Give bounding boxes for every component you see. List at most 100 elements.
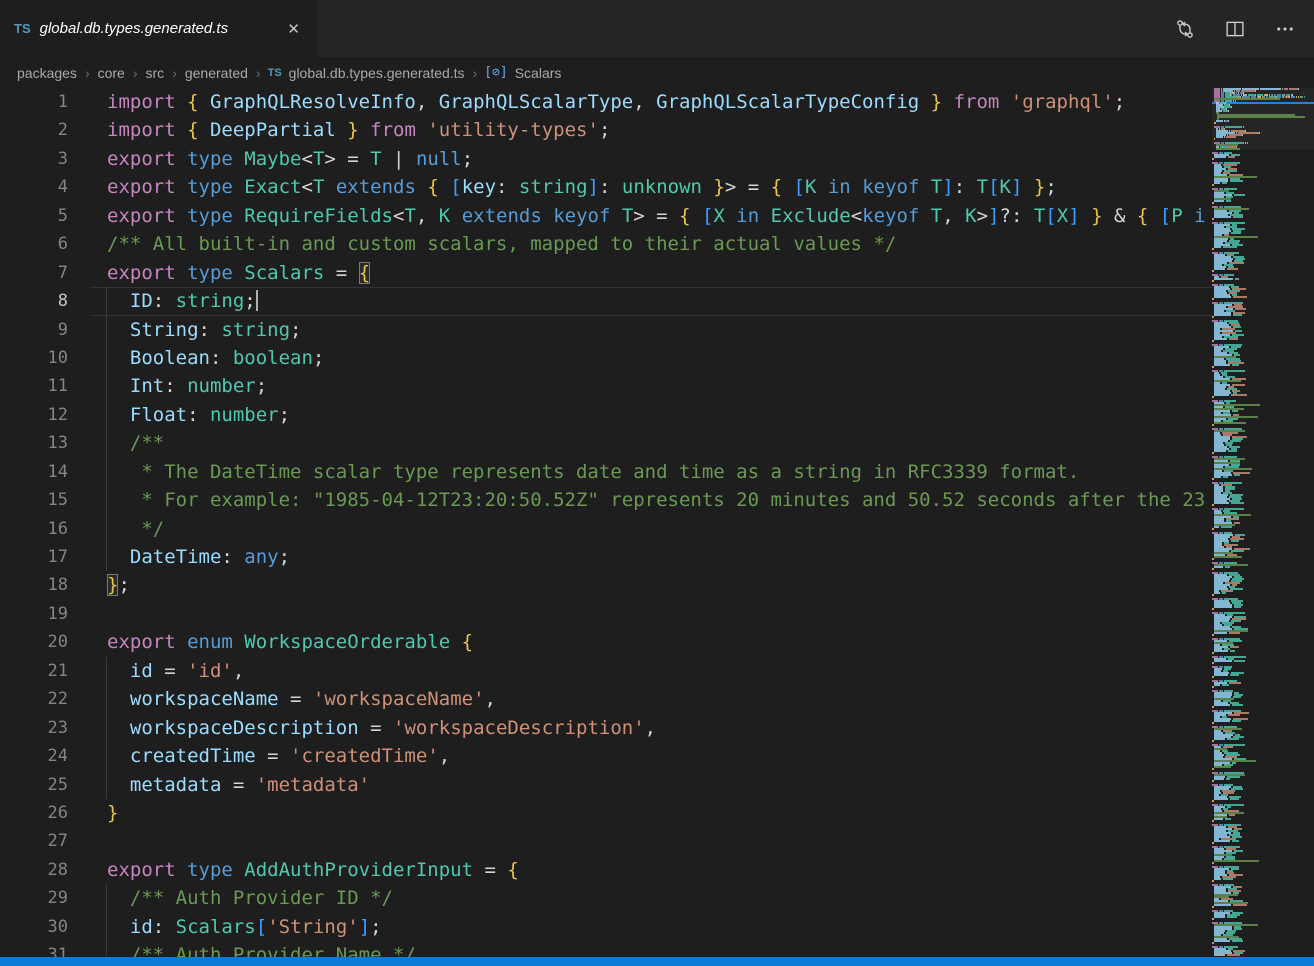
code-line-7[interactable]: export type Scalars = { — [90, 259, 1314, 287]
code-line-21[interactable]: id = 'id', — [90, 657, 1314, 685]
minimap-code-segment — [1212, 248, 1214, 250]
line-number[interactable]: 5 — [0, 202, 68, 230]
editor[interactable]: 1234567891011121314151617181920212223242… — [0, 88, 1314, 957]
code-line-28[interactable]: export type AddAuthProviderInput = { — [90, 856, 1314, 884]
code-line-15[interactable]: * For example: "1985-04-12T23:20:50.52Z"… — [90, 486, 1314, 514]
line-number[interactable]: 16 — [0, 515, 68, 543]
minimap-code-segment — [1214, 798, 1228, 800]
line-number[interactable]: 10 — [0, 344, 68, 372]
code-line-8[interactable]: ID: string; — [90, 287, 1314, 315]
tab-global-db-types-generated[interactable]: TS global.db.types.generated.ts ✕ — [0, 0, 318, 57]
line-number[interactable]: 7 — [0, 259, 68, 287]
code-line-2[interactable]: import { DeepPartial } from 'utility-typ… — [90, 116, 1314, 144]
minimap-code-segment — [1214, 778, 1224, 780]
code-area[interactable]: import { GraphQLResolveInfo, GraphQLScal… — [90, 88, 1314, 957]
minimap-code-segment — [1232, 364, 1239, 366]
line-number[interactable]: 27 — [0, 827, 68, 855]
split-editor-icon[interactable] — [1224, 18, 1246, 40]
breadcrumb-item-src[interactable]: src — [145, 65, 166, 81]
code-line-23[interactable]: workspaceDescription = 'workspaceDescrip… — [90, 714, 1314, 742]
line-number[interactable]: 2 — [0, 116, 68, 144]
breadcrumb-item-symbol[interactable]: Scalars — [514, 65, 563, 81]
status-bar[interactable] — [0, 957, 1314, 966]
code-line-30[interactable]: id: Scalars['String']; — [90, 913, 1314, 941]
minimap-code-segment — [1234, 606, 1241, 608]
code-line-3[interactable]: export type Maybe<T> = T | null; — [90, 145, 1314, 173]
line-number[interactable]: 26 — [0, 799, 68, 827]
minimap-code-segment — [1225, 126, 1242, 128]
code-line-26[interactable]: } — [90, 799, 1314, 827]
line-number[interactable]: 30 — [0, 913, 68, 941]
line-number[interactable]: 15 — [0, 486, 68, 514]
minimap-code-segment — [1227, 268, 1238, 270]
line-number[interactable]: 17 — [0, 543, 68, 571]
minimap-code-segment — [1224, 120, 1225, 122]
line-number[interactable]: 11 — [0, 372, 68, 400]
line-number[interactable]: 14 — [0, 458, 68, 486]
minimap[interactable] — [1212, 88, 1314, 957]
breadcrumb-item-core[interactable]: core — [97, 65, 126, 81]
line-number[interactable]: 4 — [0, 173, 68, 201]
line-number[interactable]: 9 — [0, 316, 68, 344]
code-line-13[interactable]: /** — [90, 429, 1314, 457]
code-line-17[interactable]: DateTime: any; — [90, 543, 1314, 571]
code-line-14[interactable]: * The DateTime scalar type represents da… — [90, 458, 1314, 486]
breadcrumb-item-generated[interactable]: generated — [184, 65, 249, 81]
code-line-9[interactable]: String: string; — [90, 316, 1314, 344]
line-number[interactable]: 18 — [0, 571, 68, 599]
code-line-1[interactable]: import { GraphQLResolveInfo, GraphQLScal… — [90, 88, 1314, 116]
line-number[interactable]: 23 — [0, 714, 68, 742]
minimap-code-segment — [1222, 592, 1227, 594]
more-actions-icon[interactable] — [1274, 18, 1296, 40]
code-line-11[interactable]: Int: number; — [90, 372, 1314, 400]
minimap-code-segment — [1214, 650, 1228, 652]
code-line-18[interactable]: }; — [90, 571, 1314, 599]
code-line-27[interactable] — [90, 827, 1314, 855]
line-number[interactable]: 12 — [0, 401, 68, 429]
minimap-code-segment — [1214, 566, 1223, 568]
line-number[interactable]: 22 — [0, 685, 68, 713]
code-line-6[interactable]: /** All built-in and custom scalars, map… — [90, 230, 1314, 258]
breadcrumb-item-file[interactable]: global.db.types.generated.ts — [288, 65, 466, 81]
minimap-code-segment — [1212, 316, 1214, 318]
code-line-29[interactable]: /** Auth Provider ID */ — [90, 884, 1314, 912]
line-number[interactable]: 24 — [0, 742, 68, 770]
line-number[interactable]: 19 — [0, 600, 68, 628]
code-line-12[interactable]: Float: number; — [90, 401, 1314, 429]
line-number[interactable]: 31 — [0, 941, 68, 957]
line-number[interactable]: 28 — [0, 856, 68, 884]
minimap-code-segment — [1214, 840, 1230, 842]
minimap-code-segment — [1212, 184, 1214, 186]
open-changes-icon[interactable] — [1174, 18, 1196, 40]
minimap-code-segment — [1212, 424, 1214, 426]
code-line-4[interactable]: export type Exact<T extends { [key: stri… — [90, 173, 1314, 201]
line-number[interactable]: 21 — [0, 657, 68, 685]
minimap-code-segment — [1214, 138, 1215, 140]
line-number[interactable]: 3 — [0, 145, 68, 173]
line-number[interactable]: 8 — [0, 287, 68, 315]
minimap-code-segment — [1228, 156, 1236, 158]
line-number[interactable]: 6 — [0, 230, 68, 258]
line-number[interactable]: 1 — [0, 88, 68, 116]
minimap-code-segment — [1227, 954, 1239, 956]
minimap-code-segment — [1245, 142, 1246, 144]
breadcrumb-item-packages[interactable]: packages — [16, 65, 78, 81]
code-line-20[interactable]: export enum WorkspaceOrderable { — [90, 628, 1314, 656]
minimap-code-segment — [1212, 504, 1214, 506]
code-line-24[interactable]: createdTime = 'createdTime', — [90, 742, 1314, 770]
line-number[interactable]: 20 — [0, 628, 68, 656]
code-line-16[interactable]: */ — [90, 515, 1314, 543]
minimap-code-segment — [1235, 100, 1236, 102]
code-line-10[interactable]: Boolean: boolean; — [90, 344, 1314, 372]
code-line-22[interactable]: workspaceName = 'workspaceName', — [90, 685, 1314, 713]
code-line-31[interactable]: /** Auth Provider Name */ — [90, 941, 1314, 957]
minimap-code-segment — [1233, 296, 1248, 298]
code-line-5[interactable]: export type RequireFields<T, K extends k… — [90, 202, 1314, 230]
code-line-25[interactable]: metadata = 'metadata' — [90, 771, 1314, 799]
minimap-code-segment — [1255, 90, 1256, 92]
close-icon[interactable]: ✕ — [283, 18, 304, 40]
line-number[interactable]: 25 — [0, 771, 68, 799]
line-number[interactable]: 13 — [0, 429, 68, 457]
line-number[interactable]: 29 — [0, 884, 68, 912]
code-line-19[interactable] — [90, 600, 1314, 628]
